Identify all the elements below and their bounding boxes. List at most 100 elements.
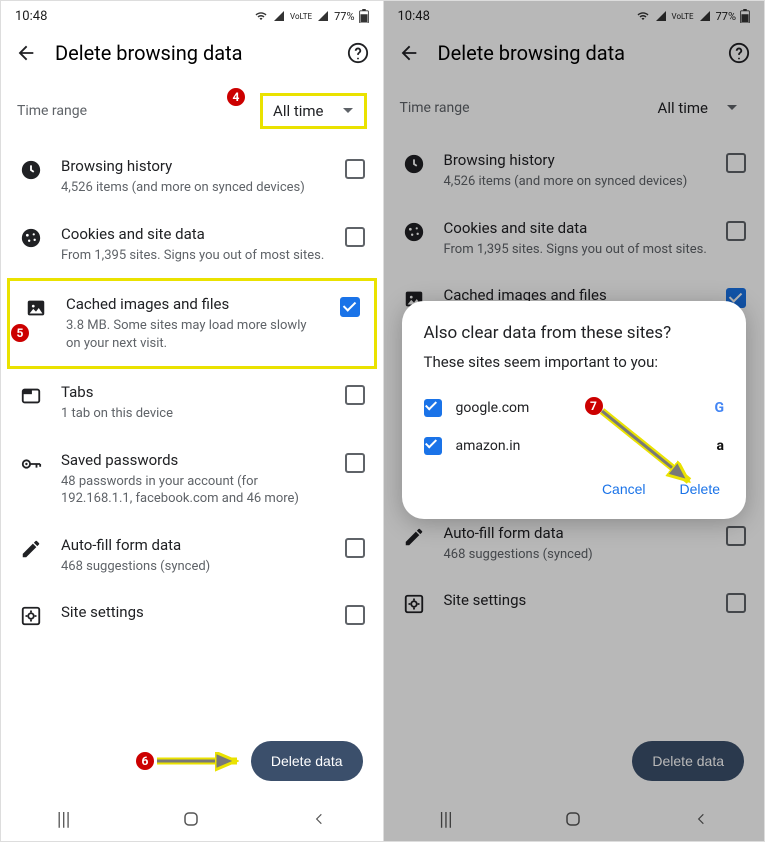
- time-range-row: Time range All time: [384, 83, 765, 137]
- confirm-dialog: Also clear data from these sites? These …: [402, 301, 747, 519]
- nav-bar: |||: [384, 797, 765, 841]
- row-sub: 468 suggestions (synced): [61, 558, 327, 576]
- pencil-icon: [402, 524, 426, 548]
- row-title: Cookies and site data: [444, 219, 709, 237]
- checkbox[interactable]: [345, 453, 365, 473]
- row-title: Browsing history: [61, 157, 327, 175]
- status-bar: 10:48 VoLTE 77%: [1, 1, 383, 31]
- row-browsing-history[interactable]: Browsing history 4,526 items (and more on…: [5, 143, 379, 211]
- row-sub: 4,526 items (and more on synced devices): [61, 179, 327, 197]
- time-range-dropdown[interactable]: All time: [648, 93, 748, 123]
- row-cached-images[interactable]: Cached images and files 3.8 MB. Some site…: [7, 278, 377, 369]
- annotation-step-7: 7: [584, 396, 604, 416]
- settings-app-icon: [19, 603, 43, 627]
- row-title: Site settings: [61, 603, 327, 621]
- nav-recents[interactable]: |||: [439, 809, 452, 830]
- delete-data-button[interactable]: Delete data: [632, 741, 744, 781]
- dialog-cancel-button[interactable]: Cancel: [598, 473, 650, 505]
- checkbox[interactable]: [340, 297, 360, 317]
- checkbox[interactable]: [345, 385, 365, 405]
- cookie-icon: [19, 225, 43, 249]
- row-title: Cached images and files: [66, 295, 322, 313]
- dialog-delete-button[interactable]: Delete: [676, 473, 724, 505]
- time-range-row: Time range All time: [1, 83, 383, 143]
- status-time: 10:48: [398, 9, 430, 24]
- checkbox[interactable]: [726, 221, 746, 241]
- annotation-step-5: 5: [10, 323, 30, 343]
- site-name: amazon.in: [456, 438, 703, 454]
- nav-back[interactable]: [312, 810, 326, 828]
- row-title: Auto-fill form data: [61, 536, 327, 554]
- time-range-value: All time: [273, 102, 323, 120]
- time-range-dropdown[interactable]: All time: [260, 93, 366, 129]
- row-title: Auto-fill form data: [444, 524, 709, 542]
- checkbox[interactable]: [345, 538, 365, 558]
- status-bar: 10:48 VoLTE 77%: [384, 1, 765, 31]
- cookie-icon: [402, 219, 426, 243]
- row-saved-passwords[interactable]: Saved passwords 48 passwords in your acco…: [5, 437, 379, 522]
- row-sub: 4,526 items (and more on synced devices): [444, 173, 709, 191]
- row-title: Site settings: [444, 591, 709, 609]
- nav-bar: |||: [1, 797, 383, 841]
- time-range-label: Time range: [17, 103, 260, 119]
- checkbox[interactable]: [424, 437, 442, 455]
- tab-icon: [19, 383, 43, 407]
- chevron-down-icon: [726, 104, 738, 112]
- signal-icon-2: [698, 10, 712, 22]
- screen-left: 10:48 VoLTE 77% Delete browsing data Tim…: [1, 1, 383, 841]
- annotation-step-4: 4: [226, 87, 246, 107]
- site-favicon: G: [714, 400, 724, 416]
- checkbox[interactable]: [345, 227, 365, 247]
- row-sub: 1 tab on this device: [61, 405, 327, 423]
- help-button[interactable]: [347, 42, 369, 64]
- checkbox[interactable]: [345, 159, 365, 179]
- time-range-value: All time: [658, 99, 708, 117]
- row-sub: From 1,395 sites. Signs you out of most …: [61, 247, 327, 265]
- nav-home[interactable]: [564, 810, 582, 828]
- row-site-settings[interactable]: Site settings: [388, 577, 761, 629]
- site-favicon: a: [717, 438, 725, 454]
- back-button[interactable]: [398, 42, 420, 64]
- dialog-site-row[interactable]: google.com G: [424, 389, 725, 427]
- page-title: Delete browsing data: [55, 41, 329, 65]
- row-sub: 3.8 MB. Some sites may load more slowly …: [66, 317, 322, 352]
- back-button[interactable]: [15, 42, 37, 64]
- row-tabs[interactable]: Tabs 1 tab on this device: [5, 369, 379, 437]
- help-button[interactable]: [728, 42, 750, 64]
- signal-icon: [654, 10, 668, 22]
- row-sub: 48 passwords in your account (for 192.16…: [61, 473, 327, 508]
- row-browsing-history[interactable]: Browsing history4,526 items (and more on…: [388, 137, 761, 205]
- checkbox[interactable]: [345, 605, 365, 625]
- battery-icon: [740, 9, 750, 23]
- site-name: google.com: [456, 400, 701, 416]
- checkbox[interactable]: [726, 153, 746, 173]
- nav-back[interactable]: [694, 810, 708, 828]
- checkbox[interactable]: [726, 593, 746, 613]
- time-range-label: Time range: [400, 100, 648, 116]
- page-title: Delete browsing data: [438, 41, 711, 65]
- row-title: Cookies and site data: [61, 225, 327, 243]
- signal-icon: [272, 10, 286, 22]
- clock-icon: [402, 151, 426, 175]
- row-autofill[interactable]: Auto-fill form data468 suggestions (sync…: [388, 510, 761, 578]
- nav-recents[interactable]: |||: [57, 809, 70, 830]
- signal-icon-2: [316, 10, 330, 22]
- row-title: Saved passwords: [61, 451, 327, 469]
- row-cookies[interactable]: Cookies and site data From 1,395 sites. S…: [5, 211, 379, 279]
- dialog-site-row[interactable]: amazon.in a: [424, 427, 725, 465]
- page-header: Delete browsing data: [1, 31, 383, 83]
- volte-label: VoLTE: [672, 12, 694, 21]
- row-cookies[interactable]: Cookies and site dataFrom 1,395 sites. S…: [388, 205, 761, 273]
- checkbox[interactable]: [424, 399, 442, 417]
- row-title: Tabs: [61, 383, 327, 401]
- screen-right: 10:48 VoLTE 77% Delete browsing data Tim…: [383, 1, 765, 841]
- volte-label: VoLTE: [290, 12, 312, 21]
- pencil-icon: [19, 536, 43, 560]
- row-site-settings[interactable]: Site settings: [5, 589, 379, 641]
- nav-home[interactable]: [182, 810, 200, 828]
- delete-data-button[interactable]: Delete data: [251, 741, 363, 781]
- row-autofill[interactable]: Auto-fill form data 468 suggestions (sync…: [5, 522, 379, 590]
- chevron-down-icon: [342, 107, 354, 115]
- dialog-heading: Also clear data from these sites?: [424, 323, 725, 343]
- checkbox[interactable]: [726, 526, 746, 546]
